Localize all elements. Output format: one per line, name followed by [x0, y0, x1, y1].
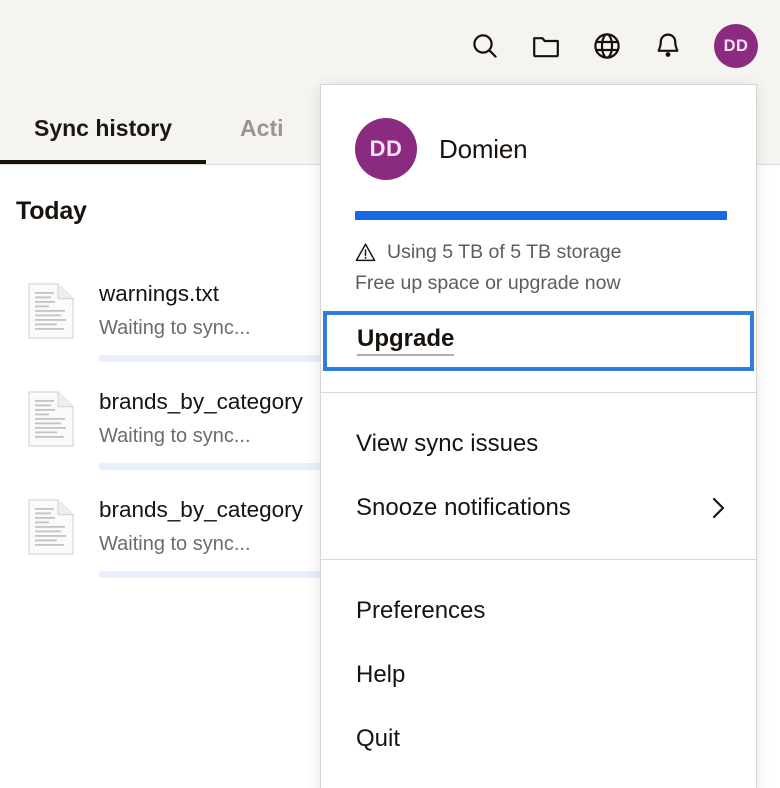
menu-item-quit[interactable]: Quit [321, 707, 756, 771]
menu-item-label: Preferences [356, 597, 486, 624]
menu-group-app: Preferences Help Quit [321, 560, 756, 788]
folder-icon[interactable] [531, 31, 561, 61]
avatar-initials: DD [723, 36, 749, 55]
storage-subtext: Free up space or upgrade now [355, 272, 621, 294]
tab-list: Sync history Acti [0, 92, 318, 165]
storage-text: Using 5 TB of 5 TB storage [387, 241, 622, 263]
tab-sync-history[interactable]: Sync history [0, 92, 207, 165]
tab-activity[interactable]: Acti [206, 92, 317, 165]
avatar-initials: DD [369, 136, 403, 161]
top-bar: DD [0, 0, 780, 92]
menu-spacer [321, 371, 756, 392]
storage-progress-bar [355, 211, 727, 220]
menu-item-label: View sync issues [356, 430, 539, 457]
account-section: DD Domien Using 5 TB of 5 TB storage Fre… [321, 85, 756, 295]
document-icon [28, 283, 74, 339]
topbar-icon-group: DD [470, 22, 758, 70]
menu-item-help[interactable]: Help [321, 643, 756, 707]
tab-sync-history-label: Sync history [34, 115, 173, 141]
account-row: DD Domien [355, 118, 722, 180]
warning-icon [355, 242, 376, 263]
tab-activity-label: Acti [240, 115, 284, 141]
menu-item-snooze-notifications[interactable]: Snooze notifications [321, 476, 756, 540]
section-title: Today [16, 197, 87, 225]
avatar[interactable]: DD [714, 24, 758, 68]
chevron-right-icon [710, 496, 726, 520]
menu-item-preferences[interactable]: Preferences [321, 579, 756, 643]
menu-item-label: Snooze notifications [356, 494, 571, 521]
upgrade-label: Upgrade [357, 326, 455, 356]
document-icon [28, 391, 74, 447]
menu-item-label: Quit [356, 725, 401, 752]
account-name: Domien [439, 133, 528, 164]
search-icon[interactable] [470, 31, 500, 61]
globe-icon[interactable] [592, 31, 622, 61]
bell-icon[interactable] [653, 31, 683, 61]
account-dropdown-menu: DD Domien Using 5 TB of 5 TB storage Fre… [320, 84, 757, 788]
document-icon [28, 499, 74, 555]
menu-item-view-sync-issues[interactable]: View sync issues [321, 412, 756, 476]
menu-item-label: Help [356, 661, 406, 688]
avatar[interactable]: DD [355, 118, 417, 180]
upgrade-wrapper: Upgrade [321, 311, 756, 371]
storage-status: Using 5 TB of 5 TB storage [355, 241, 722, 264]
upgrade-button[interactable]: Upgrade [323, 311, 754, 371]
menu-group-sync: View sync issues Snooze notifications [321, 393, 756, 559]
